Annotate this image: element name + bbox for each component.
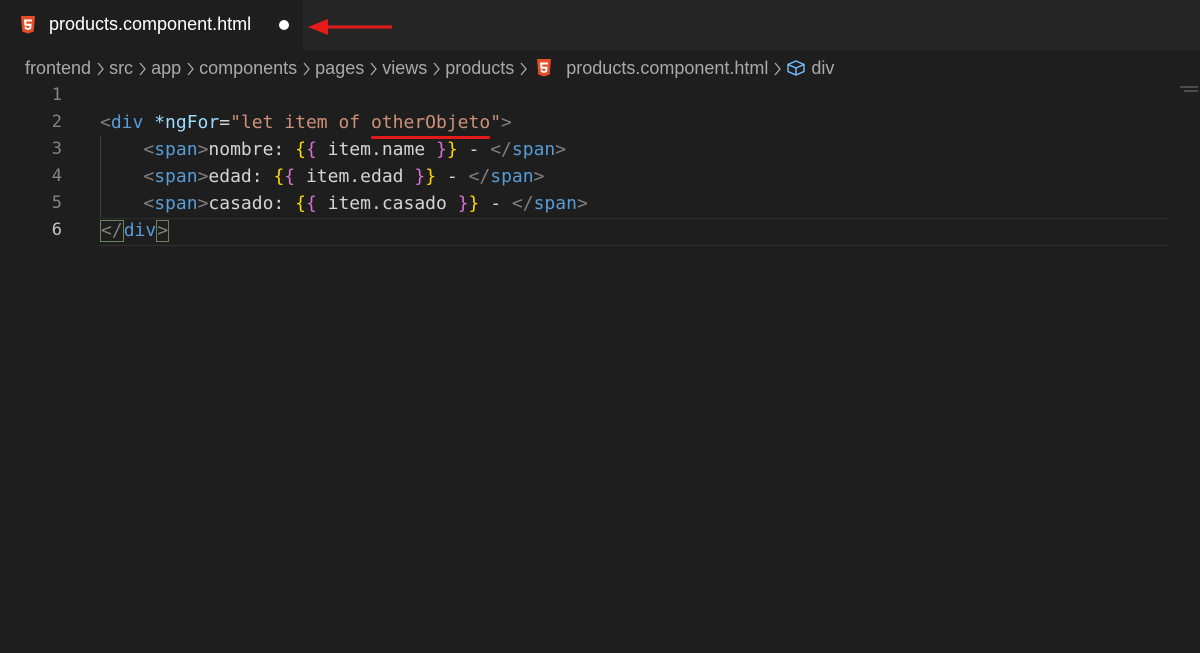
line-number-active: 6 — [51, 220, 62, 240]
tag-bracket: < — [100, 112, 111, 133]
equals-sign: = — [219, 112, 231, 133]
tag-bracket: < — [143, 166, 155, 187]
code-line-active[interactable]: 6 </div> — [0, 217, 1170, 244]
tag-name: div — [123, 220, 157, 241]
line-number: 1 — [51, 85, 62, 105]
text-content: nombre: — [208, 139, 296, 160]
mustache-close: } — [436, 139, 447, 160]
tag-bracket: > — [197, 193, 209, 214]
mustache-open: { — [295, 193, 306, 214]
chevron-right-icon — [91, 58, 109, 79]
tag-bracket: > — [555, 139, 567, 160]
line-number: 2 — [51, 112, 62, 132]
tab-bar: products.component.html — [0, 0, 1200, 50]
tag-name: span — [533, 193, 577, 214]
chevron-right-icon — [297, 58, 315, 79]
attribute-name: *ngFor — [154, 112, 220, 133]
tab-products-component-html[interactable]: products.component.html — [0, 0, 303, 50]
code-text: <span>edad: {{ item.edad }} - </span> — [100, 163, 544, 190]
chevron-right-icon — [427, 58, 445, 79]
tag-bracket: > — [197, 139, 209, 160]
tag-name: span — [154, 139, 198, 160]
breadcrumb-item-file[interactable]: products.component.html — [566, 58, 768, 79]
tag-name: span — [154, 166, 198, 187]
mustache-open: { — [305, 193, 317, 214]
tag-name: span — [490, 166, 534, 187]
chevron-right-icon — [364, 58, 382, 79]
tag-name: span — [154, 193, 198, 214]
interpolation-expression: item.casado — [316, 193, 458, 214]
mustache-close: } — [446, 139, 458, 160]
tag-bracket: < — [143, 139, 155, 160]
breadcrumb-item-frontend[interactable]: frontend — [25, 58, 91, 79]
tag-bracket: > — [501, 112, 512, 133]
text-content: - — [457, 139, 491, 160]
code-line[interactable]: 1 — [0, 82, 1170, 109]
variable-name: otherObjeto — [370, 112, 491, 133]
mustache-close: } — [425, 166, 437, 187]
tag-bracket: </ — [511, 193, 534, 214]
text-content: casado: — [208, 193, 296, 214]
code-line[interactable]: 5 <span>casado: {{ item.casado }} - </sp… — [0, 190, 1170, 217]
line-number: 4 — [51, 166, 62, 186]
unsaved-changes-dot-icon[interactable] — [279, 20, 289, 30]
mustache-open: { — [273, 166, 285, 187]
breadcrumb-item-app[interactable]: app — [151, 58, 181, 79]
breadcrumb-item-views[interactable]: views — [382, 58, 427, 79]
attribute-value: let item of — [240, 112, 371, 133]
matched-bracket: > — [156, 220, 170, 242]
annotation-arrow-icon — [308, 19, 392, 35]
interpolation-expression: item.name — [316, 139, 437, 160]
code-text: </div> — [100, 217, 170, 244]
breadcrumb-item-src[interactable]: src — [109, 58, 133, 79]
breadcrumb-item-div[interactable]: div — [811, 58, 834, 79]
tag-bracket: </ — [490, 139, 512, 160]
breadcrumb-item-components[interactable]: components — [199, 58, 297, 79]
code-line[interactable]: 2 <div *ngFor="let item of otherObjeto "> — [0, 109, 1170, 139]
html5-icon — [21, 16, 35, 34]
text-content: edad: — [208, 166, 274, 187]
tag-bracket: </ — [468, 166, 491, 187]
text-content: - — [436, 166, 469, 187]
string-quote: " — [230, 112, 241, 133]
breadcrumb: frontend src app components pages views … — [25, 55, 834, 81]
code-text: <span>casado: {{ item.casado }} - </span… — [100, 190, 588, 217]
breadcrumb-item-products[interactable]: products — [445, 58, 514, 79]
interpolation-expression: item.edad — [295, 166, 415, 187]
code-line[interactable]: 4 <span>edad: {{ item.edad }} - </span> — [0, 163, 1170, 190]
breadcrumb-item-pages[interactable]: pages — [315, 58, 364, 79]
chevron-right-icon — [514, 58, 532, 79]
text-content: - — [479, 193, 512, 214]
tab-title: products.component.html — [49, 14, 252, 34]
code-line[interactable]: 3 <span>nombre: {{ item.name }} - </span… — [0, 136, 1170, 163]
tag-bracket: > — [533, 166, 545, 187]
mustache-close: } — [414, 166, 426, 187]
symbol-element-cube-icon — [787, 60, 806, 76]
code-text: <span>nombre: {{ item.name }} - </span> — [100, 136, 566, 163]
tag-bracket: < — [143, 193, 155, 214]
tag-name: div — [110, 112, 144, 133]
tag-bracket: > — [576, 193, 588, 214]
chevron-right-icon — [133, 58, 151, 79]
chevron-right-icon — [181, 58, 199, 79]
mustache-close: } — [468, 193, 480, 214]
underlined-variable: otherObjeto — [370, 109, 491, 139]
line-number: 3 — [51, 139, 62, 159]
mustache-close: } — [457, 193, 469, 214]
string-quote: " — [490, 112, 502, 133]
chevron-right-icon — [768, 58, 786, 79]
mustache-open: { — [284, 166, 296, 187]
code-editor[interactable]: 1 2 <div *ngFor="let item of otherObjeto… — [0, 82, 1200, 653]
line-number: 5 — [51, 193, 62, 213]
code-text: <div *ngFor="let item of otherObjeto "> — [100, 109, 512, 139]
mustache-open: { — [295, 139, 306, 160]
tag-bracket: > — [197, 166, 209, 187]
mustache-open: { — [305, 139, 317, 160]
matched-bracket: </ — [100, 220, 124, 242]
tag-name: span — [511, 139, 556, 160]
html5-icon — [537, 59, 552, 77]
